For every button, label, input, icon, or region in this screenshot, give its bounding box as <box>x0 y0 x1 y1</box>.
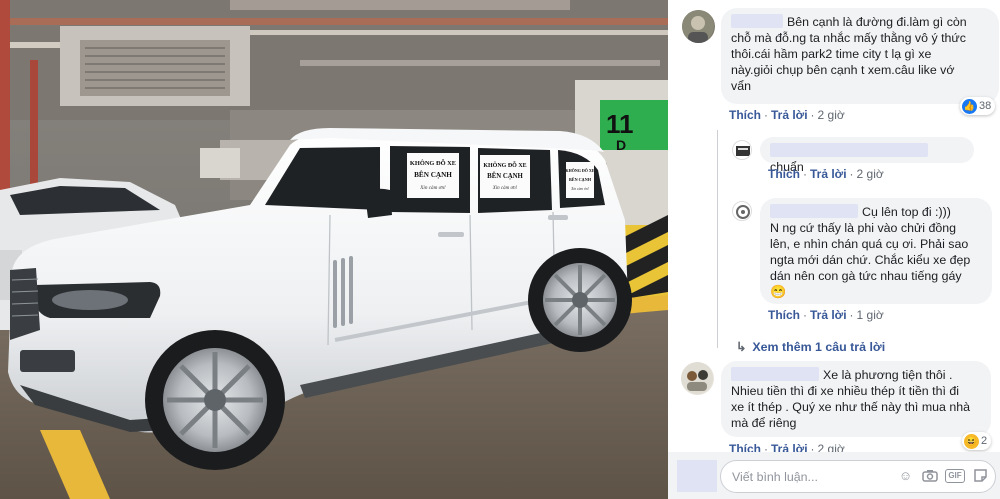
avatar-image <box>736 205 750 219</box>
avatar-image <box>681 362 713 394</box>
comment-line: lên, e nhìn chán quá cụ ơi. Phải sao <box>770 237 969 251</box>
comment-line: xe ít thép . Quý xe như thế này thì mua … <box>731 400 971 414</box>
comment-line: chỗ mà đỗ.ng ta nhắc mấy thằng vô ý thức <box>731 31 966 45</box>
comment-bubble: Xe là phương tiện thôi . Nhieu tiền thì … <box>721 361 991 437</box>
svg-text:Xin cảm ơn!: Xin cảm ơn! <box>570 187 589 191</box>
comment-line: Cụ lên top đi :))) <box>770 204 982 220</box>
svg-text:BÊN CẠNH: BÊN CẠNH <box>569 177 592 182</box>
like-link[interactable]: Thích <box>729 108 761 122</box>
parking-spot-number: 11 <box>606 109 634 139</box>
comment-time[interactable]: 2 giờ <box>857 167 884 181</box>
parking-spot-letter: D <box>616 137 626 153</box>
sign-middle: KHÔNG ĐỖ XE BÊN CẠNH Xin cảm ơn! <box>480 155 530 198</box>
sticker-icon-shape <box>974 469 987 482</box>
comment-input-placeholder: Viết bình luận... <box>732 470 818 484</box>
svg-text:BÊN CẠNH: BÊN CẠNH <box>414 169 452 179</box>
sign-front: KHÔNG ĐỖ XE BÊN CẠNH Xin cảm ơn! <box>407 153 459 198</box>
composer-icons: ☺ GIF <box>897 467 989 484</box>
commenter-name-redacted[interactable] <box>770 204 858 218</box>
car-photo-illustration: 11 D 32 <box>0 0 668 499</box>
reply-actions: Thích · Trả lời · 2 giờ <box>768 167 884 181</box>
haha-icon: 😆 <box>964 433 979 449</box>
emoji: 😁 <box>770 284 787 299</box>
camera-icon[interactable] <box>921 467 938 484</box>
reply-actions: Thích · Trả lời · 1 giờ <box>768 308 884 322</box>
comment-line: Bên cạnh là đường đi.làm gì còn <box>731 14 989 30</box>
reaction-count-badge[interactable]: 👍 38 <box>960 97 996 115</box>
commenter-name-redacted[interactable] <box>731 367 819 381</box>
comment-line: Nhieu tiền thì đi xe nhiều thép ít tiền … <box>731 384 959 398</box>
svg-text:Xin cảm ơn!: Xin cảm ơn! <box>492 186 518 191</box>
like-link[interactable]: Thích <box>768 308 800 322</box>
reaction-count-badge[interactable]: 😆 2 <box>962 432 992 450</box>
thread-line <box>717 130 718 348</box>
svg-text:KHÔNG ĐỖ XE: KHÔNG ĐỖ XE <box>483 161 526 169</box>
comment-input[interactable]: Viết bình luận... ☺ GIF <box>720 460 996 493</box>
commenter-avatar[interactable] <box>681 362 714 395</box>
comment-time[interactable]: 2 giờ <box>818 108 845 122</box>
comment-line: này.giỏi chụp bên cạnh t xem.câu like vớ <box>731 63 955 77</box>
comment-line: mà để riêng <box>731 416 797 430</box>
reply-avatar[interactable] <box>732 201 752 221</box>
commenter-name-redacted[interactable] <box>731 14 783 28</box>
comments-panel: Bên cạnh là đường đi.làm gì còn chỗ mà đ… <box>668 0 1000 499</box>
sticker-icon[interactable] <box>972 467 989 484</box>
commenter-avatar[interactable] <box>682 10 715 43</box>
reply-bubble: chuẩn <box>760 137 974 174</box>
comment-line: vẩn <box>731 79 751 93</box>
comment-line: N ng cứ thấy là phi vào chửi đồng <box>770 221 957 235</box>
composer-avatar-redacted <box>677 460 717 492</box>
comment-bubble: Bên cạnh là đường đi.làm gì còn chỗ mà đ… <box>721 8 999 104</box>
avatar-image <box>736 146 750 156</box>
svg-text:KHÔNG ĐỖ XE: KHÔNG ĐỖ XE <box>566 168 595 173</box>
reply-bubble: Cụ lên top đi :))) N ng cứ thấy là phi v… <box>760 198 992 304</box>
reaction-count: 38 <box>979 100 992 112</box>
like-icon: 👍 <box>962 98 977 114</box>
view-more-replies-link[interactable]: ↳ Xem thêm 1 câu trả lời <box>736 339 885 354</box>
comment-actions: Thích · Trả lời · 2 giờ <box>729 108 845 122</box>
like-link[interactable]: Thích <box>768 167 800 181</box>
comment-composer: Viết bình luận... ☺ GIF <box>668 452 1000 499</box>
sign-rear: KHÔNG ĐỖ XE BÊN CẠNH Xin cảm ơn! <box>566 162 595 198</box>
gif-icon[interactable]: GIF <box>945 468 965 483</box>
comment-line: Xe là phương tiện thôi . <box>731 367 981 383</box>
comment-line: thôi.cái hầm park2 time city t lạ gì xe <box>731 47 932 61</box>
reply-link[interactable]: Trả lời <box>810 308 847 322</box>
reply-link[interactable]: Trả lời <box>810 167 847 181</box>
commenter-name-redacted[interactable] <box>770 143 928 157</box>
avatar-image <box>682 10 714 43</box>
comment-time[interactable]: 1 giờ <box>857 308 884 322</box>
reply-arrow-icon: ↳ <box>736 340 747 354</box>
comment-line: ngta mới dán chứ. Chắc kiểu xe đẹp <box>770 253 971 267</box>
camera-icon-shape <box>921 470 938 482</box>
reply-avatar[interactable] <box>732 140 752 160</box>
parking-garage-photo: 11 D 32 <box>0 0 668 499</box>
svg-text:BÊN CẠNH: BÊN CẠNH <box>487 172 523 180</box>
svg-text:Xin cảm ơn!: Xin cảm ơn! <box>419 185 446 191</box>
reaction-count: 2 <box>981 435 988 447</box>
comment-line: dán nên con gà tức nhau tiếng gáy <box>770 269 962 283</box>
svg-text:KHÔNG ĐỖ XE: KHÔNG ĐỖ XE <box>410 159 456 167</box>
reply-link[interactable]: Trả lời <box>771 108 808 122</box>
emoji-icon[interactable]: ☺ <box>897 467 914 484</box>
